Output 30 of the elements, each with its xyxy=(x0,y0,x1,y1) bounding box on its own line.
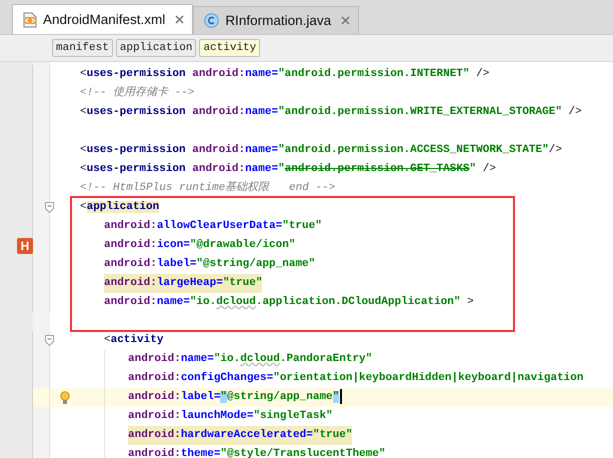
code-line: <uses-permission android:name="android.permission.WRITE_EXTERNAL_STORAGE" /> xyxy=(80,105,582,120)
editor-tab[interactable]: AndroidManifest.xml xyxy=(12,4,194,34)
code-line: <activity xyxy=(104,333,164,348)
code-line: <!-- 使用存储卡 --> xyxy=(80,85,194,101)
code-line: android:icon="@drawable/icon" xyxy=(104,238,296,253)
close-icon[interactable] xyxy=(341,16,350,25)
fold-marker-icon[interactable] xyxy=(45,335,54,346)
code-line: android:theme="@style/TranslucentTheme" xyxy=(128,447,386,458)
bookmark-badge[interactable]: H xyxy=(17,238,33,254)
code-line: android:launchMode="singleTask" xyxy=(128,409,333,424)
code-line: <application xyxy=(80,200,160,215)
code-line: android:name="io.dcloud.PandoraEntry" xyxy=(128,352,372,367)
fold-marker-icon[interactable] xyxy=(45,202,54,213)
breadcrumb-item[interactable]: activity xyxy=(199,39,260,57)
lightbulb-icon[interactable] xyxy=(60,390,70,404)
code-line: android:label="@string/app_name" xyxy=(104,257,316,272)
breadcrumb-item[interactable]: manifest xyxy=(52,39,113,57)
code-line: <!-- Html5Plus runtime基础权限 end --> xyxy=(80,180,336,196)
class-file-icon xyxy=(204,13,220,28)
close-icon[interactable] xyxy=(175,15,184,24)
code-line: <uses-permission android:name="android.permission.INTERNET" /> xyxy=(80,67,490,82)
code-line: <uses-permission android:name="android.permission.GET_TASKS" /> xyxy=(80,162,496,177)
code-line: android:name="io.dcloud.application.DCloudApplication" > xyxy=(104,295,474,310)
code-line: android:label="@string/app_name" xyxy=(128,388,342,407)
code-line: android:configChanges="orientation|keyboardHidden|keyboard|navigation xyxy=(128,370,584,386)
editor-tab[interactable]: RInformation.java xyxy=(193,6,360,34)
code-line: <uses-permission android:name="android.permission.ACCESS_NETWORK_STATE"/> xyxy=(80,143,562,158)
code-line: android:allowClearUserData="true" xyxy=(104,219,322,234)
breadcrumb-item[interactable]: application xyxy=(116,39,196,57)
xml-file-icon xyxy=(23,12,37,28)
